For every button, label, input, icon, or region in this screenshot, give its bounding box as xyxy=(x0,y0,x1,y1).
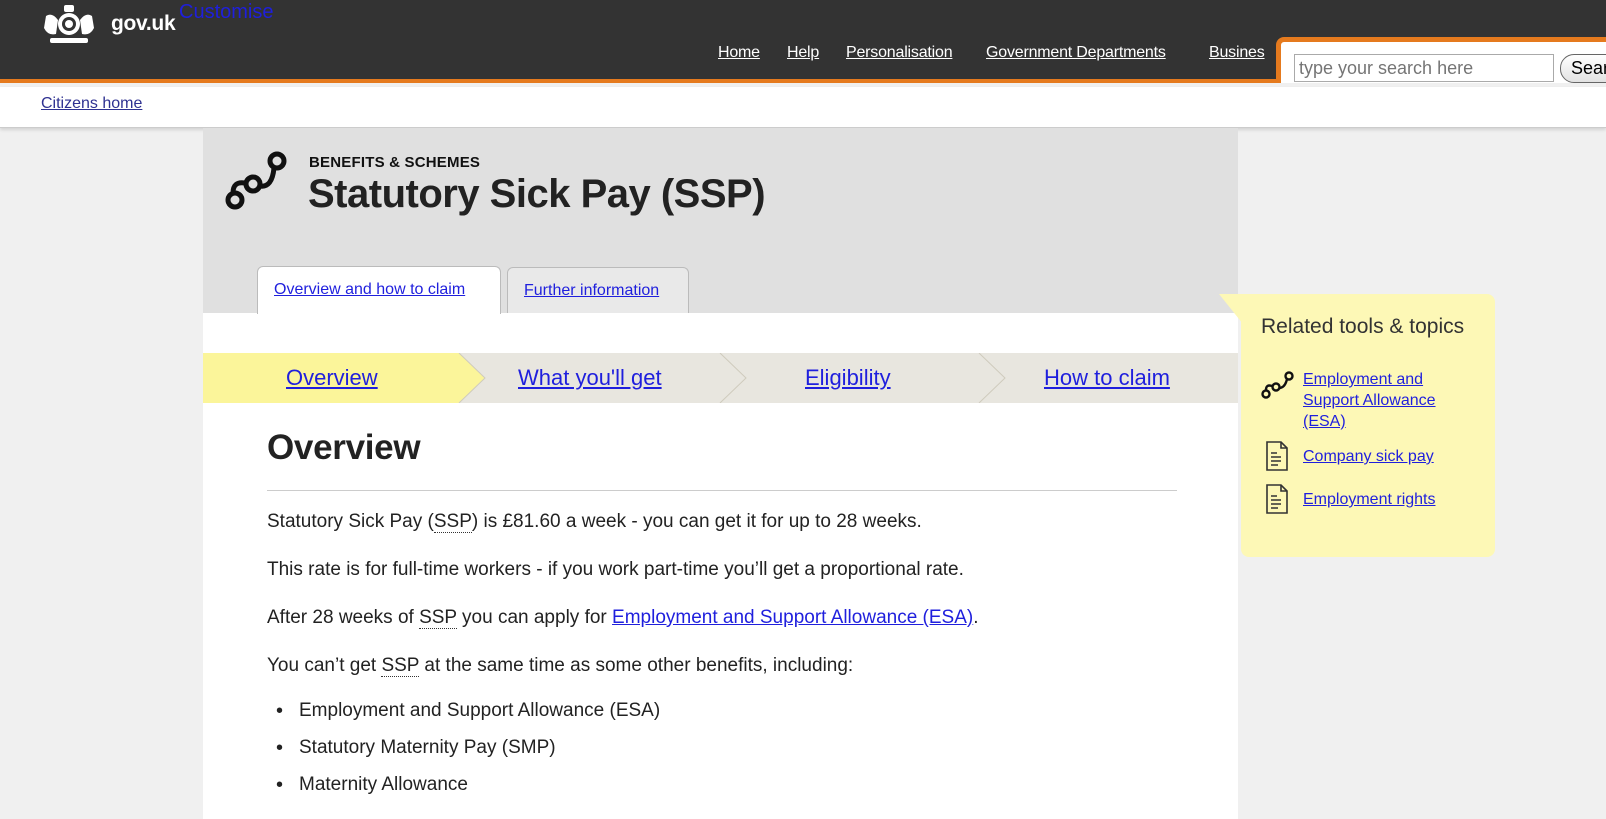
nav-help[interactable]: Help xyxy=(787,44,819,62)
nav-government-departments[interactable]: Government Departments xyxy=(986,44,1166,62)
related-link-esa[interactable]: Employment and Support Allowance (ESA) xyxy=(1303,369,1478,432)
step-what-youll-get[interactable]: What you'll get xyxy=(518,365,662,391)
nav-business[interactable]: Busines xyxy=(1209,44,1265,62)
section-heading: Overview xyxy=(267,428,421,467)
list-item: Maternity Allowance xyxy=(267,773,1177,810)
paragraph-rate: Statutory Sick Pay (SSP) is £81.60 a wee… xyxy=(267,510,1177,534)
search-panel: Sear xyxy=(1276,37,1606,83)
related-item-esa[interactable]: Employment and Support Allowance (ESA) xyxy=(1261,369,1486,435)
text: . xyxy=(973,607,979,628)
article-body: Overview Statutory Sick Pay (SSP) is £81… xyxy=(267,428,1177,810)
related-item-employment-rights[interactable]: Employment rights xyxy=(1261,482,1486,516)
step-how-to-claim[interactable]: How to claim xyxy=(1044,365,1170,391)
step-overview[interactable]: Overview xyxy=(286,365,378,391)
royal-crest-icon xyxy=(44,5,94,43)
paragraph-other-benefits: You can’t get SSP at the same time as so… xyxy=(267,654,1177,678)
tab-further-information-link[interactable]: Further information xyxy=(524,282,659,300)
chain-link-icon xyxy=(1261,371,1294,399)
document-icon xyxy=(1266,441,1288,471)
paragraph-after-28-weeks: After 28 weeks of SSP you can apply for … xyxy=(267,606,1177,630)
related-link-company-sick-pay[interactable]: Company sick pay xyxy=(1303,446,1478,467)
site-header: gov.uk Customise Home Help Personalisati… xyxy=(0,0,1606,83)
text: you can apply for xyxy=(456,607,613,628)
esa-link[interactable]: Employment and Support Allowance (ESA) xyxy=(612,607,973,628)
nav-personalisation[interactable]: Personalisation xyxy=(846,44,953,62)
tab-further-information[interactable]: Further information xyxy=(507,267,689,313)
page-title: Statutory Sick Pay (SSP) xyxy=(308,172,766,216)
chain-link-icon xyxy=(225,151,287,210)
customise-link[interactable]: Customise xyxy=(179,1,273,24)
document-icon xyxy=(1266,484,1288,514)
sidebar-pointer xyxy=(1219,294,1243,324)
related-topics: Related tools & topics Employment and Su… xyxy=(1241,294,1495,557)
tab-overview-link[interactable]: Overview and how to claim xyxy=(274,281,465,299)
ssp-abbreviation: SSP xyxy=(433,511,472,533)
text: Statutory Sick Pay ( xyxy=(267,511,434,532)
related-item-company-sick-pay[interactable]: Company sick pay xyxy=(1261,439,1486,473)
divider xyxy=(267,490,1177,491)
paragraph-part-time: This rate is for full-time workers - if … xyxy=(267,559,964,580)
breadcrumb-citizens-home[interactable]: Citizens home xyxy=(41,95,142,113)
related-title: Related tools & topics xyxy=(1261,315,1465,338)
main-article: BENEFITS & SCHEMES Statutory Sick Pay (S… xyxy=(203,128,1238,819)
benefits-list: Employment and Support Allowance (ESA) S… xyxy=(267,699,1177,810)
search-button[interactable]: Sear xyxy=(1560,54,1606,83)
article-header: BENEFITS & SCHEMES Statutory Sick Pay (S… xyxy=(203,128,1238,314)
section-kicker: BENEFITS & SCHEMES xyxy=(309,154,481,171)
step-eligibility[interactable]: Eligibility xyxy=(805,365,891,391)
list-item: Statutory Maternity Pay (SMP) xyxy=(267,736,1177,773)
text: at the same time as some other benefits,… xyxy=(419,655,854,676)
search-input[interactable] xyxy=(1294,54,1554,82)
text: You can’t get xyxy=(267,655,382,676)
list-item: Employment and Support Allowance (ESA) xyxy=(267,699,1177,736)
nav-home[interactable]: Home xyxy=(718,44,760,62)
brand-wordmark[interactable]: gov.uk xyxy=(111,12,176,36)
related-link-employment-rights[interactable]: Employment rights xyxy=(1303,489,1478,510)
ssp-abbreviation: SSP xyxy=(419,607,457,629)
ssp-abbreviation: SSP xyxy=(381,655,420,677)
tab-overview-and-how-to-claim[interactable]: Overview and how to claim xyxy=(257,266,501,314)
text: After 28 weeks of xyxy=(267,607,420,628)
breadcrumb: Citizens home xyxy=(0,87,1606,128)
text: ) is £81.60 a week - you can get it for … xyxy=(471,511,922,532)
step-navigation: Overview What you'll get Eligibility How… xyxy=(203,353,1238,403)
